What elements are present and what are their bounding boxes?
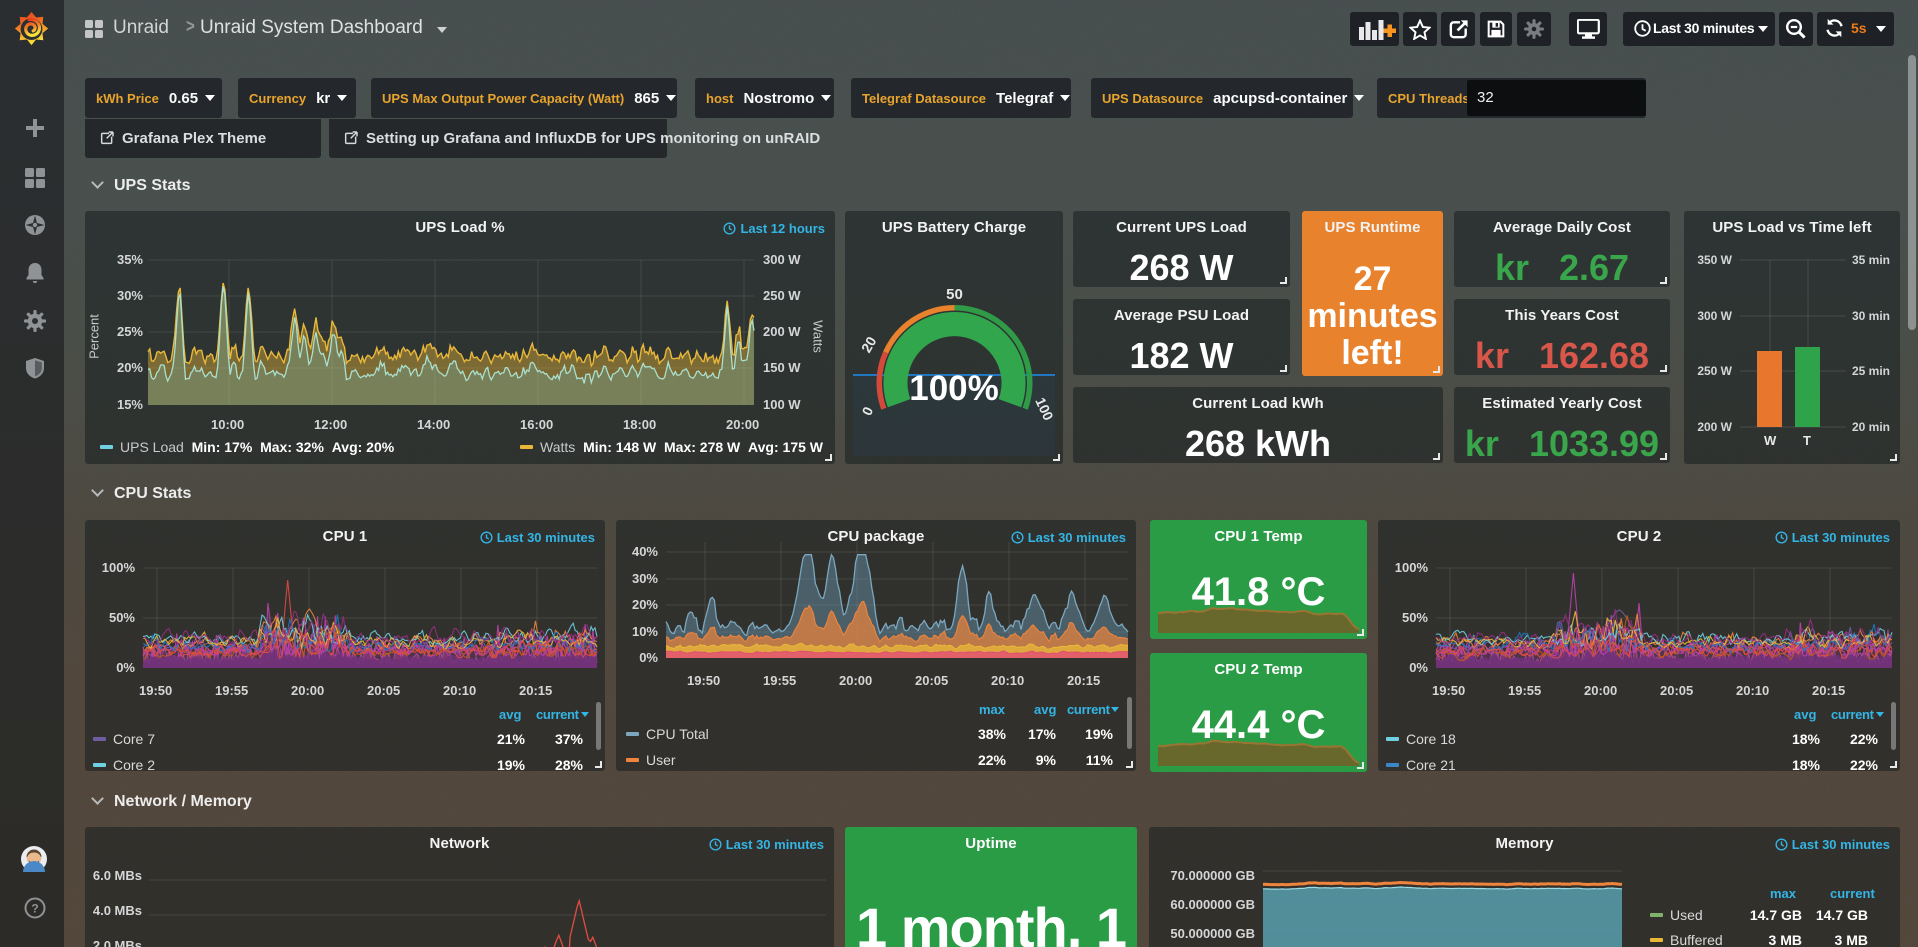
svg-text:20: 20 <box>858 334 880 356</box>
svg-text:?: ? <box>31 902 38 916</box>
svg-text:50: 50 <box>946 286 963 303</box>
